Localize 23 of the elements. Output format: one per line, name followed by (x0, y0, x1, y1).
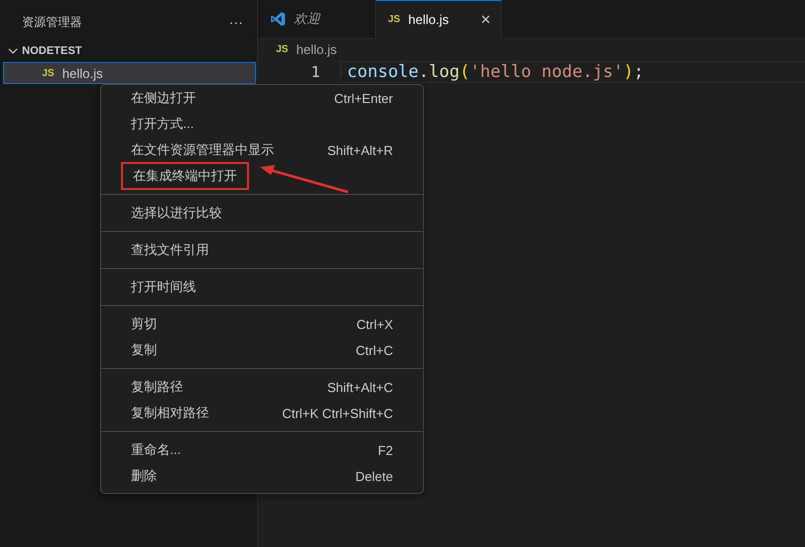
editor-tab[interactable]: JS hello.js × (376, 0, 502, 39)
menu-item[interactable]: 剪切 Ctrl+X (105, 311, 419, 337)
more-actions-button[interactable]: ··· (229, 14, 243, 30)
file-item[interactable]: JS hello.js (3, 62, 256, 84)
menu-item[interactable]: 复制 Ctrl+C (105, 337, 419, 363)
line-number: 1 (310, 63, 320, 81)
menu-item[interactable]: 删除 Delete (105, 463, 419, 489)
menu-item[interactable]: 在侧边打开 Ctrl+Enter (105, 85, 419, 111)
breadcrumb-item[interactable]: JS hello.js (258, 39, 337, 59)
menu-item[interactable]: 查找文件引用 (105, 237, 419, 263)
folder-row[interactable]: NODETEST (0, 44, 257, 58)
menu-item[interactable]: 打开时间线 (105, 274, 419, 300)
code-line: console.log('hello node.js'); (340, 61, 805, 83)
menu-item[interactable]: 打开方式... (105, 111, 419, 137)
menu-item[interactable]: 在文件资源管理器中显示 Shift+Alt+R (105, 137, 419, 163)
code-editor-logo-icon (270, 11, 286, 27)
menu-item[interactable]: 复制路径 Shift+Alt+C (105, 374, 419, 400)
menu-item[interactable]: 选择以进行比较 (105, 200, 419, 226)
menu-item[interactable]: 在集成终端中打开 (121, 162, 249, 190)
chevron-icon (8, 46, 18, 56)
menu-item[interactable]: 复制相对路径 Ctrl+K Ctrl+Shift+C (105, 400, 419, 426)
menu-item[interactable]: 重命名... F2 (105, 437, 419, 463)
explorer-title: 资源管理器 (22, 14, 82, 30)
